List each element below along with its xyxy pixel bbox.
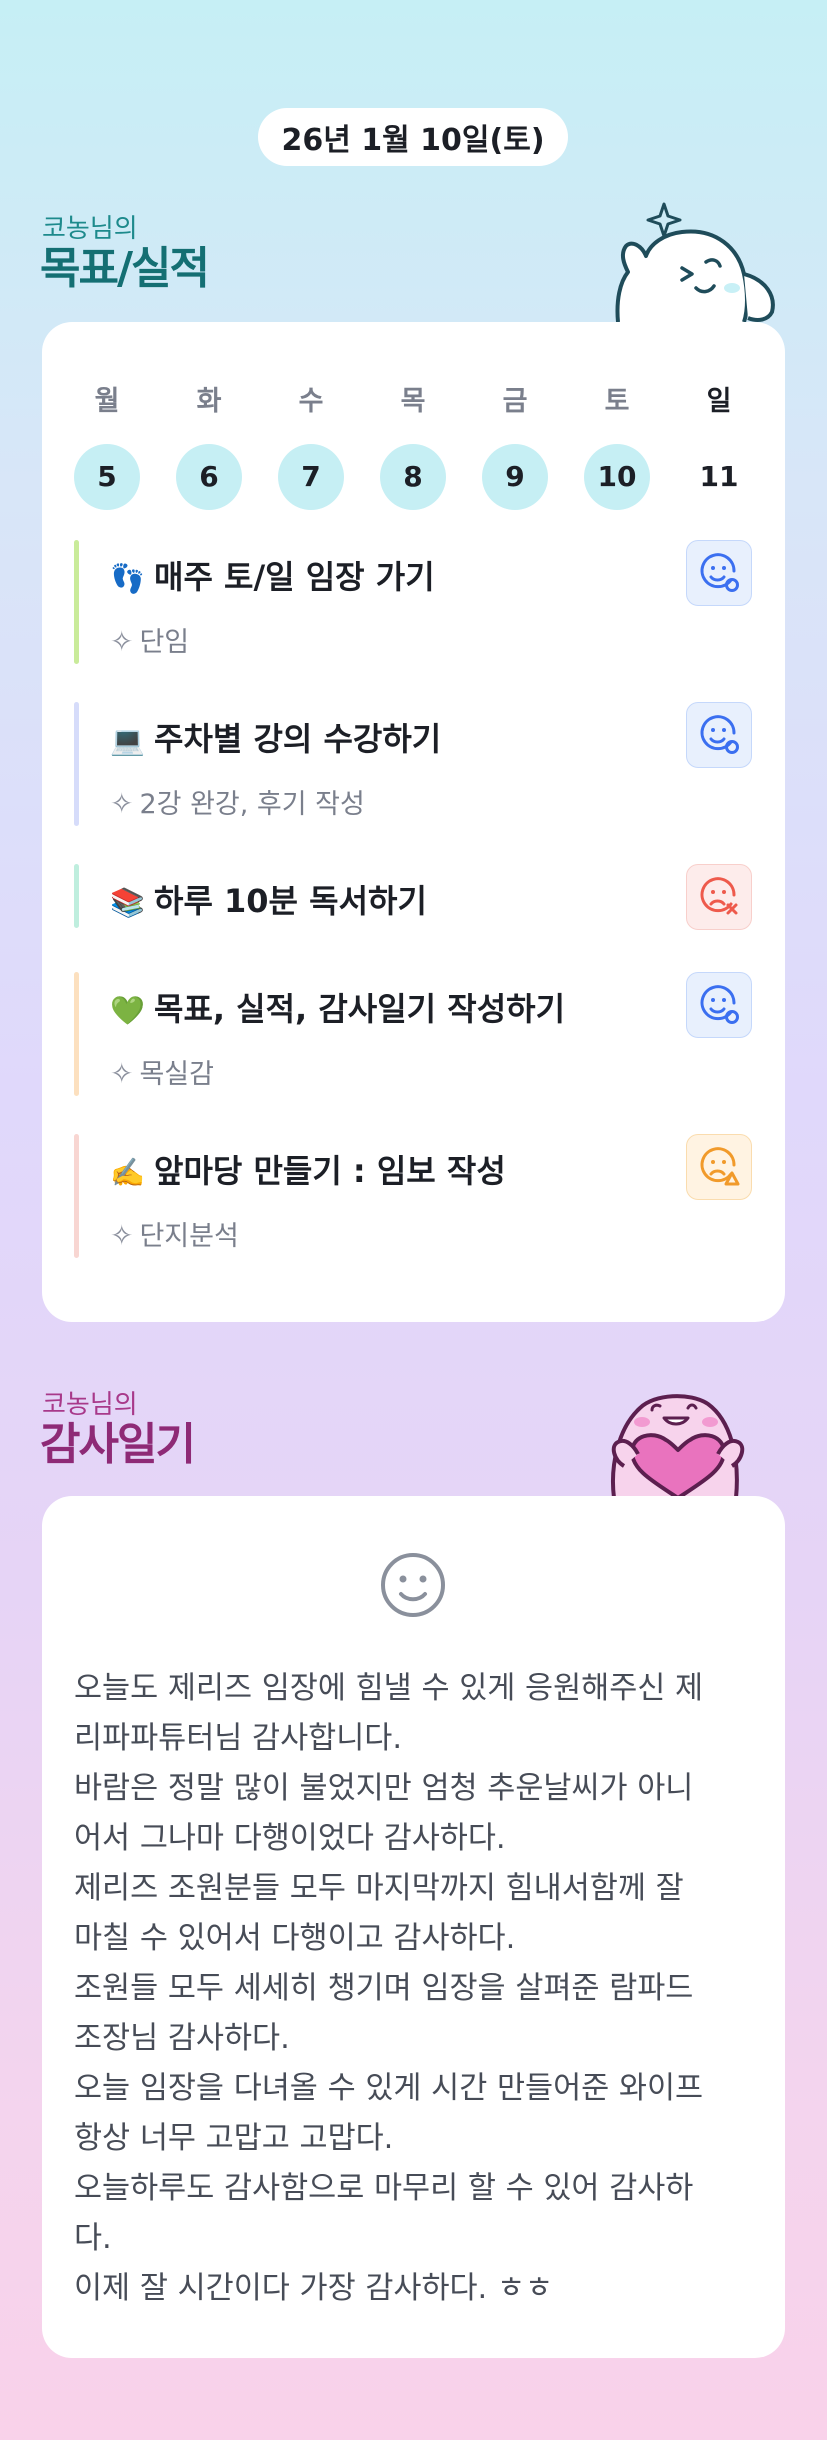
goal-item[interactable]: 📚 하루 10분 독서하기 xyxy=(74,864,754,930)
status-partial-button[interactable] xyxy=(686,1134,752,1200)
thumbs-up-mascot-icon xyxy=(615,202,775,323)
laptop-icon: 💻 xyxy=(110,724,145,757)
day-date: 9 xyxy=(482,444,548,510)
gratitude-section-title: 감사일기 xyxy=(40,1419,196,1470)
goal-item[interactable]: 💚 목표, 실적, 감사일기 작성하기 ✧ 목실감 xyxy=(74,972,754,1096)
gratitude-card: 오늘도 제리즈 임장에 힘낼 수 있게 응원해주신 제 리파파튜터님 감사합니다… xyxy=(42,1496,785,2358)
day-date: 8 xyxy=(380,444,446,510)
gratitude-text: 오늘도 제리즈 임장에 힘낼 수 있게 응원해주신 제 리파파튜터님 감사합니다… xyxy=(74,1664,754,2314)
date-label: 26년 1월 10일(토) xyxy=(281,123,545,158)
goal-note-text: 단임 xyxy=(139,627,190,658)
gratitude-line: 항상 너무 고맙고 고맙다. xyxy=(74,2121,394,2156)
neutral-smiley-icon xyxy=(381,1553,445,1617)
goal-color-bar xyxy=(74,540,79,664)
day-label: 목 xyxy=(400,386,426,417)
footprints-icon: 👣 xyxy=(110,562,145,595)
day-label: 금 xyxy=(502,386,528,417)
goal-color-bar xyxy=(74,864,79,928)
status-done-button[interactable] xyxy=(686,972,752,1038)
day-label: 일 xyxy=(706,386,732,417)
day-date: 6 xyxy=(176,444,242,510)
goal-note-text: 목실감 xyxy=(139,1059,214,1090)
day-label: 화 xyxy=(196,386,222,417)
date-pill[interactable]: 26년 1월 10일(토) xyxy=(258,108,568,166)
gratitude-line: 오늘 임장을 다녀올 수 있게 시간 만들어준 와이프 xyxy=(74,2071,704,2106)
goal-note: ✧ 목실감 xyxy=(110,1052,214,1091)
day-date: 10 xyxy=(584,444,650,510)
goal-title-text: 앞마당 만들기 : 임보 작성 xyxy=(154,1152,506,1190)
gratitude-line: 오늘하루도 감사함으로 마무리 할 수 있어 감사하 xyxy=(74,2171,694,2206)
status-fail-button[interactable] xyxy=(686,864,752,930)
sparkle-icon: ✧ xyxy=(110,625,134,658)
sparkle-icon: ✧ xyxy=(110,787,134,820)
day-date: 7 xyxy=(278,444,344,510)
day-label: 토 xyxy=(604,386,630,417)
day-sat[interactable]: 토 10 xyxy=(582,382,652,510)
sad-warning-icon xyxy=(700,1147,740,1186)
day-label: 수 xyxy=(298,386,324,417)
day-thu[interactable]: 목 8 xyxy=(378,382,448,510)
gratitude-line: 어서 그나마 다행이었다 감사하다. xyxy=(74,1821,506,1856)
goal-note: ✧ 단지분석 xyxy=(110,1214,239,1253)
goal-note-text: 단지분석 xyxy=(139,1221,239,1252)
goal-item[interactable]: 💻 주차별 강의 수강하기 ✧ 2강 완강, 후기 작성 xyxy=(74,702,754,826)
green-heart-icon: 💚 xyxy=(110,994,145,1027)
smile-check-icon xyxy=(700,985,739,1024)
day-date: 11 xyxy=(699,460,739,493)
week-calendar: 월 5 화 6 수 7 목 8 금 9 토 10 일 11 xyxy=(72,382,754,510)
gratitude-line: 마칠 수 있어서 다행이고 감사하다. xyxy=(74,1921,516,1956)
day-date: 5 xyxy=(74,444,140,510)
goal-note: ✧ 2강 완강, 후기 작성 xyxy=(110,782,365,821)
goal-title-text: 목표, 실적, 감사일기 작성하기 xyxy=(154,990,566,1028)
goal-note-text: 2강 완강, 후기 작성 xyxy=(139,789,365,820)
gratitude-line: 제리즈 조원분들 모두 마지막까지 힘내서함께 잘 xyxy=(74,1871,684,1906)
gratitude-line: 리파파튜터님 감사합니다. xyxy=(74,1721,403,1756)
status-done-button[interactable] xyxy=(686,540,752,606)
sparkle-icon: ✧ xyxy=(110,1057,134,1090)
goal-item[interactable]: 👣 매주 토/일 임장 가기 ✧ 단임 xyxy=(74,540,754,664)
books-icon: 📚 xyxy=(110,886,145,919)
day-fri[interactable]: 금 9 xyxy=(480,382,550,510)
goal-note: ✧ 단임 xyxy=(110,620,189,659)
gratitude-line: 조장님 감사하다. xyxy=(74,2021,290,2056)
smile-check-icon xyxy=(700,553,739,592)
gratitude-line: 이제 잘 시간이다 가장 감사하다. ㅎㅎ xyxy=(74,2271,554,2306)
goals-card: 월 5 화 6 수 7 목 8 금 9 토 10 일 11 � xyxy=(42,322,785,1322)
heart-hug-mascot-icon xyxy=(611,1394,745,1498)
goal-item[interactable]: ✍️ 앞마당 만들기 : 임보 작성 ✧ 단지분석 xyxy=(74,1134,754,1258)
day-label: 월 xyxy=(94,386,120,417)
gratitude-line: 조원들 모두 세세히 챙기며 임장을 살펴준 람파드 xyxy=(74,1971,694,2006)
goal-title-text: 매주 토/일 임장 가기 xyxy=(154,558,435,596)
goal-title: 💻 주차별 강의 수강하기 xyxy=(110,714,441,760)
gratitude-line: 다. xyxy=(74,2221,112,2256)
goal-color-bar xyxy=(74,702,79,826)
goal-title: 📚 하루 10분 독서하기 xyxy=(110,876,427,922)
day-sun[interactable]: 일 11 xyxy=(684,382,754,510)
goal-title: 👣 매주 토/일 임장 가기 xyxy=(110,552,435,598)
goal-title-text: 주차별 강의 수강하기 xyxy=(154,720,442,758)
goals-section-title: 목표/실적 xyxy=(40,243,210,294)
goal-color-bar xyxy=(74,972,79,1096)
day-tue[interactable]: 화 6 xyxy=(174,382,244,510)
smile-check-icon xyxy=(700,715,739,754)
status-done-button[interactable] xyxy=(686,702,752,768)
sparkle-icon: ✧ xyxy=(110,1219,134,1252)
gratitude-line: 오늘도 제리즈 임장에 힘낼 수 있게 응원해주신 제 xyxy=(74,1671,704,1706)
sad-x-icon xyxy=(700,877,738,915)
goal-title-text: 하루 10분 독서하기 xyxy=(154,882,427,920)
goal-title: ✍️ 앞마당 만들기 : 임보 작성 xyxy=(110,1146,506,1192)
goal-color-bar xyxy=(74,1134,79,1258)
day-mon[interactable]: 월 5 xyxy=(72,382,142,510)
day-wed[interactable]: 수 7 xyxy=(276,382,346,510)
goal-title: 💚 목표, 실적, 감사일기 작성하기 xyxy=(110,984,565,1030)
gratitude-line: 바람은 정말 많이 불었지만 엄청 추운날씨가 아니 xyxy=(74,1771,694,1806)
writing-hand-icon: ✍️ xyxy=(110,1156,145,1189)
